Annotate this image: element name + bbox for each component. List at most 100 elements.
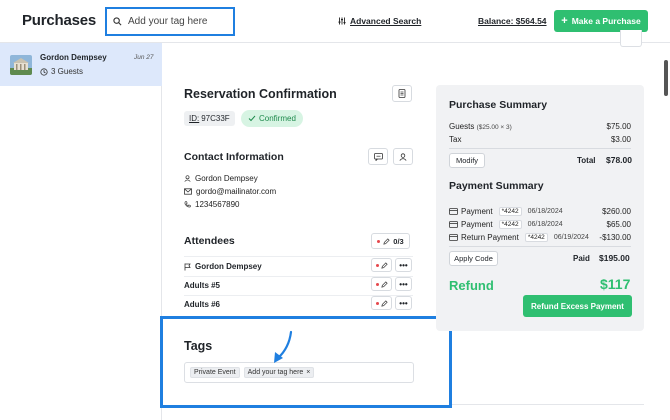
tax-row: Tax $3.00 [449, 135, 631, 144]
alert-dot-icon [375, 263, 379, 267]
payment-label: Payment [461, 220, 493, 229]
profile-button[interactable] [393, 148, 413, 165]
payment-amount: -$130.00 [599, 233, 631, 242]
payment-row: Return Payment *4242 06/19/2024 -$130.00 [449, 233, 631, 242]
payment-summary-title: Payment Summary [449, 180, 544, 192]
edit-attendee-button[interactable] [371, 258, 392, 272]
credit-card-icon [449, 208, 458, 215]
clock-icon [40, 67, 48, 76]
page-title: Purchases [22, 12, 97, 29]
divider [452, 404, 644, 405]
payment-label: Payment [461, 207, 493, 216]
purchase-summary-title: Purchase Summary [449, 99, 548, 111]
ellipsis-icon: ••• [399, 298, 408, 308]
make-purchase-button[interactable]: + Make a Purchase [554, 10, 648, 32]
contact-name: Gordon Dempsey [195, 174, 258, 183]
total-label: Total [577, 156, 596, 165]
guests-row: Guests ($25.00 × 3) $75.00 [449, 122, 631, 131]
sliders-icon [338, 17, 346, 25]
collapsed-tab[interactable] [620, 30, 642, 47]
balance-link[interactable]: Balance: $564.54 [478, 16, 547, 26]
mail-icon [184, 188, 192, 195]
ellipsis-icon: ••• [399, 279, 408, 289]
pencil-icon [380, 299, 388, 307]
user-icon [399, 152, 407, 161]
reservation-title: Reservation Confirmation [184, 87, 337, 101]
edit-attendee-button[interactable] [371, 277, 392, 291]
card-last4: *4242 [498, 207, 522, 216]
attendees-counter-button[interactable]: 0/3 [371, 233, 410, 249]
search-box[interactable] [105, 7, 235, 36]
search-icon [113, 17, 122, 26]
tax-amount: $3.00 [610, 135, 631, 144]
guests-count: 3 Guests [51, 67, 84, 76]
paid-amount: $195.00 [599, 253, 630, 263]
attendee-name: Adults #5 [184, 281, 221, 290]
ellipsis-icon: ••• [399, 260, 408, 270]
document-button[interactable] [392, 85, 412, 102]
sidebar-item-name: Gordon Dempsey [40, 53, 107, 62]
pointer-arrow-icon [268, 330, 296, 366]
sidebar-item-guests: 3 Guests [40, 67, 83, 76]
tag-chip[interactable]: Add your tag here × [243, 367, 315, 378]
attendees-title: Attendees [184, 235, 235, 247]
credit-card-icon [449, 234, 458, 241]
guests-detail: ($25.00 × 3) [476, 124, 512, 131]
tax-label: Tax [449, 135, 462, 144]
status-label: Confirmed [259, 114, 296, 123]
credit-card-icon [449, 221, 458, 228]
tag-chip[interactable]: Private Event [190, 367, 240, 378]
plus-icon: + [561, 14, 568, 27]
guests-label: Guests [449, 122, 475, 131]
modify-button[interactable]: Modify [449, 153, 485, 168]
chat-icon [373, 152, 383, 161]
flag-icon [184, 263, 191, 271]
tag-label: Add your tag here [247, 369, 304, 376]
pencil-icon [380, 261, 388, 269]
scrollbar[interactable] [664, 60, 668, 96]
more-options-button[interactable]: ••• [395, 258, 412, 272]
payment-amount: $65.00 [606, 220, 631, 229]
payment-label: Return Payment [461, 233, 519, 242]
make-purchase-label: Make a Purchase [571, 16, 641, 26]
contact-email: gordo@mailinator.com [196, 187, 277, 196]
contact-name-row: Gordon Dempsey [184, 174, 258, 183]
divider [449, 148, 631, 149]
payment-date: 06/19/2024 [553, 234, 589, 241]
tag-label: Private Event [194, 369, 236, 376]
user-icon [184, 175, 191, 182]
remove-tag-icon[interactable]: × [306, 369, 310, 376]
advanced-search-link[interactable]: Advanced Search [338, 16, 421, 26]
payment-date: 06/18/2024 [527, 221, 563, 228]
contact-phone-row: 1234567890 [184, 200, 240, 209]
card-last4: *4242 [524, 233, 548, 242]
document-icon [398, 89, 406, 98]
contact-phone: 1234567890 [195, 200, 240, 209]
guests-amount: $75.00 [606, 122, 631, 131]
refund-excess-payment-button[interactable]: Refund Excess Payment [523, 295, 632, 317]
payment-amount: $260.00 [602, 207, 631, 216]
phone-icon [184, 201, 191, 208]
message-button[interactable] [368, 148, 388, 165]
venue-thumbnail [10, 55, 32, 75]
attendee-row: Adults #6 ••• [184, 295, 413, 314]
tags-input[interactable]: Private Event Add your tag here × [184, 362, 414, 383]
card-last4: *4242 [498, 220, 522, 229]
pencil-icon [383, 237, 390, 245]
advanced-search-label: Advanced Search [350, 16, 422, 26]
more-options-button[interactable]: ••• [395, 277, 412, 291]
payment-row: Payment *4242 06/18/2024 $65.00 [449, 220, 631, 229]
more-options-button[interactable]: ••• [395, 296, 412, 310]
edit-attendee-button[interactable] [371, 296, 392, 310]
search-input[interactable] [128, 16, 228, 27]
divider [449, 246, 631, 247]
reservation-id-badge: ID: 97C33F [184, 111, 235, 126]
apply-code-button[interactable]: Apply Code [449, 251, 498, 266]
sidebar [0, 43, 162, 420]
pencil-icon [380, 280, 388, 288]
status-badge: Confirmed [241, 110, 303, 127]
attendee-row: Adults #5 ••• [184, 276, 413, 295]
refund-amount: $117 [600, 276, 631, 292]
contact-title: Contact Information [184, 151, 284, 163]
attendee-row: Gordon Dempsey ••• [184, 257, 413, 276]
